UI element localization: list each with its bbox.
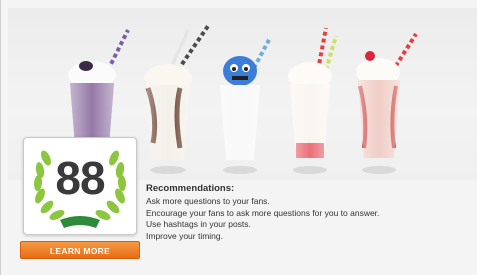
- recommendation-card: 88 LEARN MORE Recommendations: Ask more …: [0, 0, 477, 275]
- recommendations-panel: Recommendations: Ask more questions to y…: [146, 183, 466, 242]
- ribbon-icon: [60, 216, 100, 228]
- milkshake-strawberry: [356, 32, 418, 174]
- milkshake-strawberry-cream: [288, 27, 338, 174]
- score-value: 88: [55, 152, 105, 204]
- milkshake-chocolate: [144, 24, 210, 174]
- milkshake-vanilla: [220, 37, 272, 174]
- learn-more-button[interactable]: LEARN MORE: [20, 241, 140, 259]
- list-item: Improve your timing.: [146, 230, 223, 241]
- list-item: Use hashtags in your posts.: [146, 219, 251, 229]
- recommendations-title: Recommendations:: [146, 183, 235, 194]
- list-item: Encourage your fans to ask more question…: [146, 207, 380, 218]
- score-badge: 88: [23, 137, 137, 235]
- list-item: Ask more questions to your fans.: [146, 196, 270, 206]
- recommendations-list: Ask more questions to your fans. Encoura…: [146, 196, 466, 242]
